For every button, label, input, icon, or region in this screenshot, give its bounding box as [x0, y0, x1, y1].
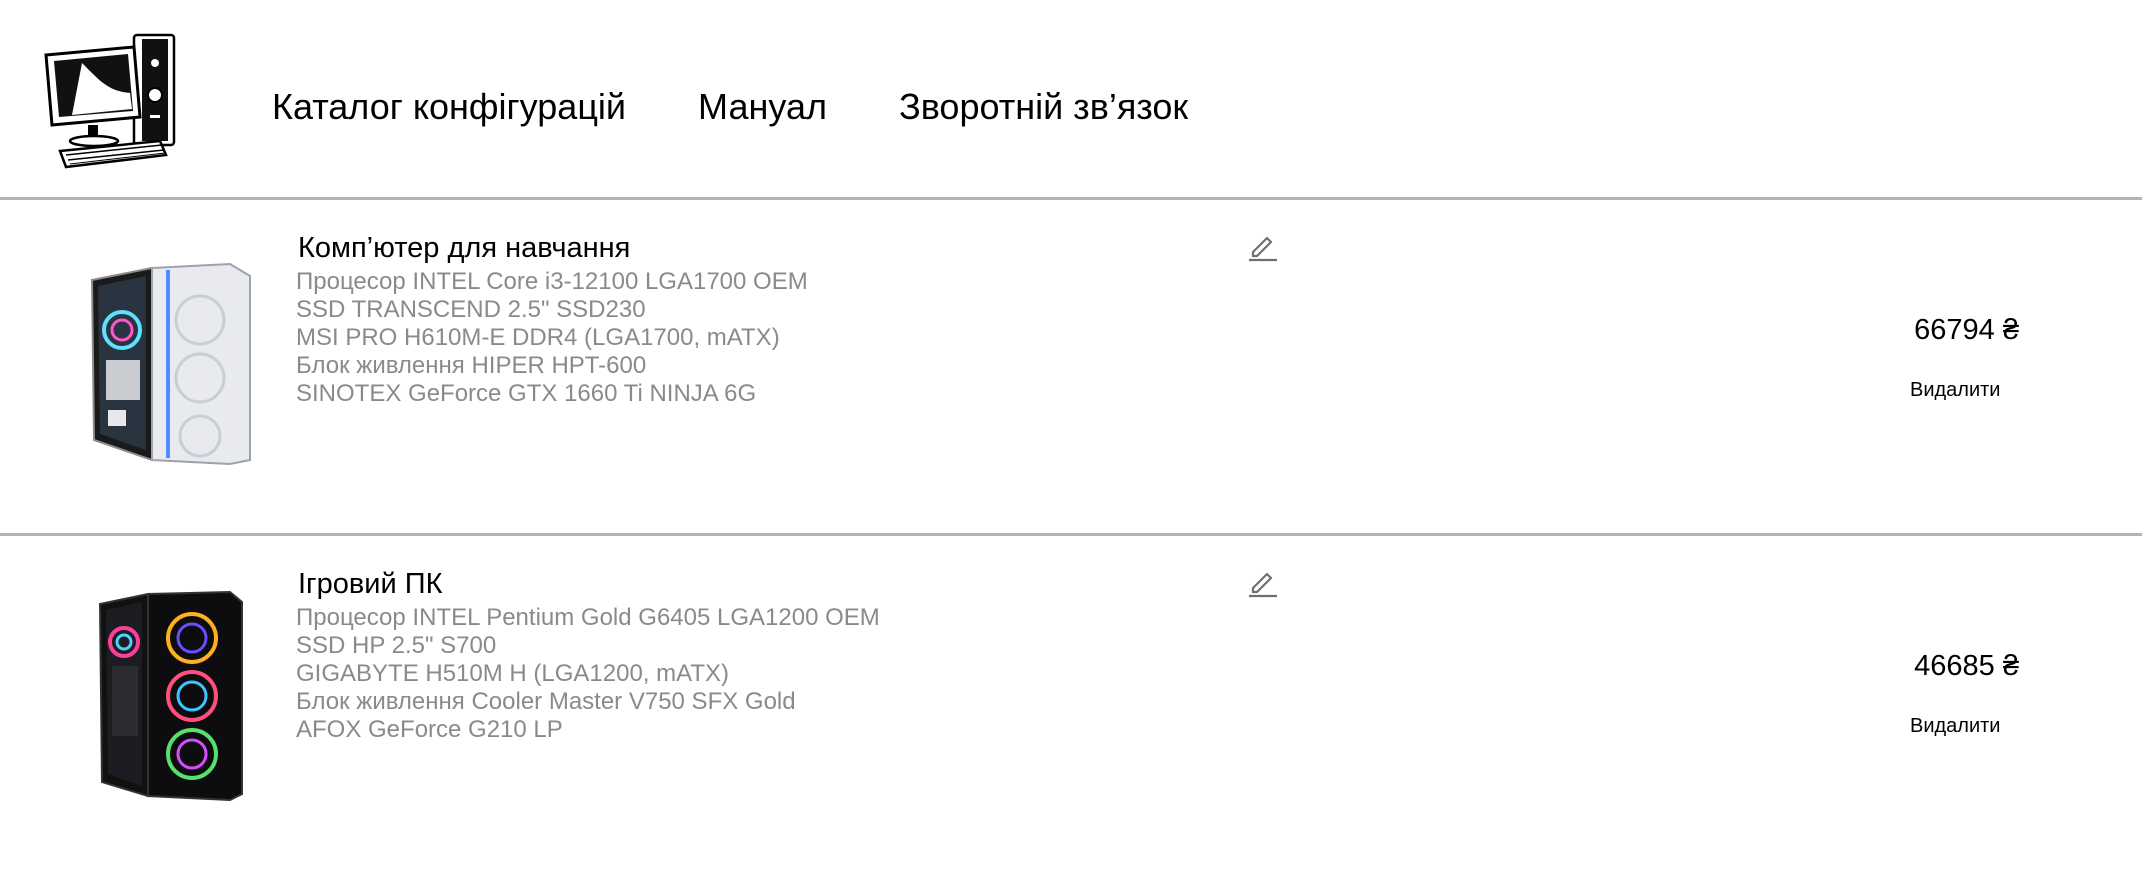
config-price: 46685 ₴: [1914, 650, 2019, 682]
config-card: Комп’ютер для навчання Процесор INTEL Co…: [0, 200, 2142, 536]
nav-item-manual[interactable]: Мануал: [698, 86, 827, 128]
list-item: GIGABYTE H510M H (LGA1200, mATX): [296, 660, 730, 687]
computer-monitor-keyboard-icon[interactable]: [42, 33, 187, 175]
config-price: 66794 ₴: [1914, 314, 2019, 346]
nav-item-catalog[interactable]: Каталог конфігурацій: [272, 86, 626, 128]
list-item: AFOX GeForce G210 LP: [296, 716, 563, 743]
pencil-icon[interactable]: [1247, 566, 1279, 598]
white-pc-case-icon: [90, 262, 251, 465]
list-item: Блок живлення HIPER HPT-600: [296, 352, 647, 379]
delete-button[interactable]: Видалити: [1910, 714, 2000, 738]
list-item: SSD HP 2.5" S700: [296, 632, 497, 659]
config-parts-list: Процесор INTEL Pentium Gold G6405 LGA120…: [296, 604, 880, 744]
config-card: Ігровий ПК Процесор INTEL Pentium Gold G…: [0, 536, 2142, 869]
delete-button[interactable]: Видалити: [1910, 378, 2000, 402]
list-item: MSI PRO H610M-E DDR4 (LGA1700, mATX): [296, 324, 780, 351]
list-item: Процесор INTEL Pentium Gold G6405 LGA120…: [296, 604, 880, 631]
pencil-icon[interactable]: [1247, 230, 1279, 262]
main-nav: Каталог конфігурацій Мануал Зворотній зв…: [272, 86, 1188, 128]
list-item: Процесор INTEL Core i3-12100 LGA1700 OEM: [296, 268, 808, 295]
nav-item-feedback[interactable]: Зворотній зв’язок: [899, 86, 1188, 128]
black-rgb-pc-case-icon: [98, 590, 243, 801]
config-parts-list: Процесор INTEL Core i3-12100 LGA1700 OEM…: [296, 268, 808, 408]
list-item: SINOTEX GeForce GTX 1660 Ti NINJA 6G: [296, 380, 757, 407]
config-name: Ігровий ПК: [298, 568, 443, 600]
list-item: Блок живлення Cooler Master V750 SFX Gol…: [296, 688, 796, 715]
list-item: SSD TRANSCEND 2.5" SSD230: [296, 296, 646, 323]
config-name: Комп’ютер для навчання: [298, 232, 631, 264]
site-header: Каталог конфігурацій Мануал Зворотній зв…: [0, 0, 2142, 200]
